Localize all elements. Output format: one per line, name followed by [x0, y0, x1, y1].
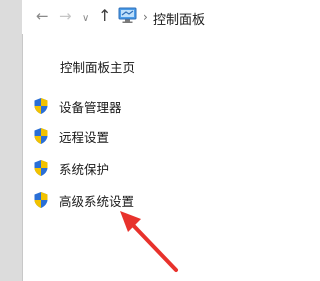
sidebar-item-device-manager[interactable]: 设备管理器: [33, 95, 122, 117]
sidebar-item-label: 高级系统设置: [59, 193, 135, 209]
control-panel-icon[interactable]: [118, 7, 137, 24]
breadcrumb-control-panel[interactable]: 控制面板: [153, 9, 205, 28]
forward-button[interactable]: →: [59, 8, 72, 24]
up-button[interactable]: ↑: [98, 8, 111, 24]
shield-icon: [34, 128, 48, 144]
sidebar-item-remote-settings[interactable]: 远程设置: [33, 125, 109, 147]
shield-icon: [34, 98, 48, 114]
breadcrumb-separator: ›: [143, 10, 148, 24]
sidebar-item-label: 远程设置: [59, 129, 110, 145]
navigation-bar: ← → ∨ ↑ › 控制面板: [22, 0, 276, 34]
sidebar-item-system-protection[interactable]: 系统保护: [33, 157, 109, 179]
sidebar-item-label: 设备管理器: [59, 99, 122, 115]
shield-icon: [34, 192, 48, 208]
control-panel-home-link[interactable]: 控制面板主页: [60, 57, 135, 76]
window-left-border: [0, 0, 23, 281]
sidebar-item-label: 系统保护: [59, 161, 110, 177]
sidebar-item-advanced-system-settings[interactable]: 高级系统设置: [33, 189, 134, 211]
recent-locations-button[interactable]: ∨: [82, 11, 89, 27]
back-button[interactable]: ←: [36, 8, 49, 24]
shield-icon: [34, 160, 48, 176]
